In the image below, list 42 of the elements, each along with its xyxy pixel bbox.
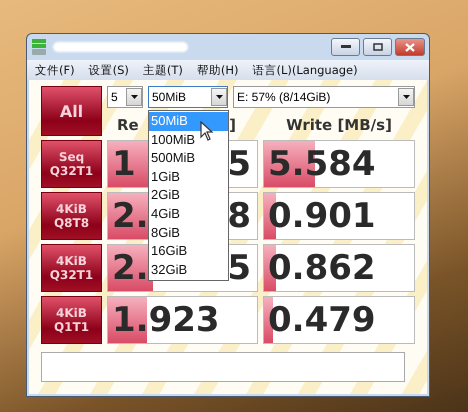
menu-item[interactable]: 帮助(H) (196, 62, 238, 78)
close-icon (405, 42, 415, 52)
dropdown-option[interactable]: 100MiB (149, 130, 228, 150)
read-value: 5 (226, 147, 252, 181)
column-header: Re (117, 116, 139, 134)
read-value: 8 (226, 199, 252, 233)
menu-item[interactable]: 语言(L)(Language) (252, 62, 358, 78)
test-button[interactable]: 4KiB Q32T1 (41, 244, 102, 292)
dropdown-arrow-icon (216, 95, 222, 99)
read-value: 2. (111, 199, 149, 233)
drive-dropdown[interactable]: E: 57% (8/14GiB) (233, 86, 415, 108)
column-header: ] (229, 116, 236, 134)
test-button[interactable]: 4KiB Q8T8 (41, 192, 102, 240)
close-button[interactable] (395, 38, 425, 56)
test-button[interactable]: Seq Q32T1 (41, 140, 102, 188)
dropdown-option[interactable]: 500MiB (149, 149, 228, 168)
dropdown-option[interactable]: 4GiB (149, 204, 228, 224)
menu-item[interactable]: 文件(F) (35, 62, 75, 78)
menu-item[interactable]: 设置(S) (88, 62, 129, 78)
dropdown-option[interactable]: 1GiB (149, 168, 228, 186)
menu-item[interactable]: 主题(T) (142, 62, 183, 78)
dropdown-arrow-icon (402, 95, 410, 99)
test-button[interactable]: 4KiB Q1T1 (41, 296, 102, 344)
all-button[interactable]: All (41, 86, 102, 136)
maximize-icon (372, 43, 382, 51)
dropdown-option[interactable]: 2GiB (149, 186, 228, 205)
mouse-cursor-icon (200, 121, 214, 141)
dropdown-option[interactable]: 8GiB (149, 224, 228, 242)
minimize-button[interactable] (331, 38, 360, 56)
column-header: Write [MB/s] (286, 116, 392, 134)
disk-icon (31, 38, 47, 56)
size-dropdown[interactable]: 50MiB (148, 86, 228, 108)
read-value: 5 (226, 251, 252, 285)
dropdown-arrow-icon (130, 95, 138, 99)
dropdown-option[interactable]: 32GiB (149, 260, 228, 280)
maximize-button[interactable] (363, 38, 392, 56)
minimize-icon (340, 45, 350, 49)
count-dropdown[interactable]: 5 (107, 86, 143, 108)
read-value: 1 (111, 147, 136, 181)
dropdown-option[interactable]: 16GiB (149, 242, 228, 261)
read-value: 2. (111, 251, 149, 285)
comment-field[interactable] (41, 352, 405, 382)
